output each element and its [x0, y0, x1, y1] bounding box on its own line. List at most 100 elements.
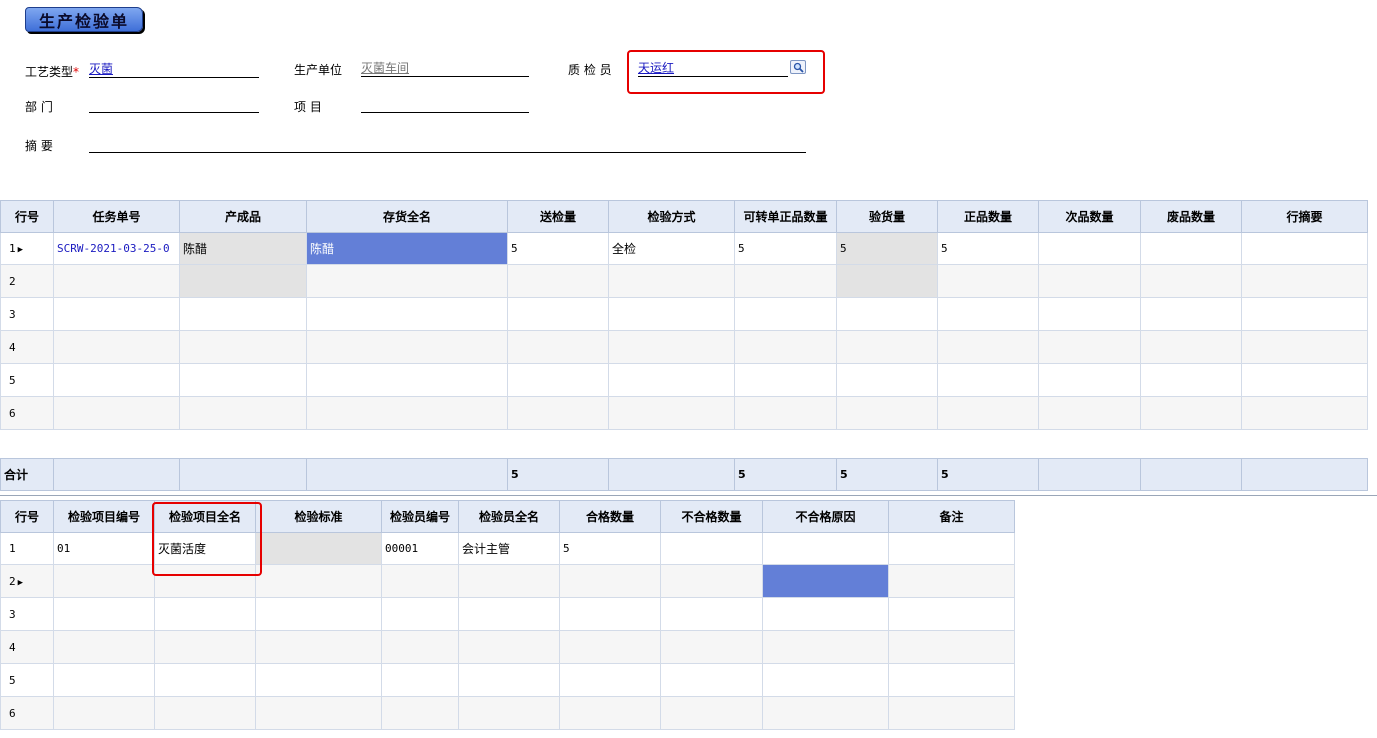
- row-number-cell[interactable]: 1 ▶: [0, 232, 54, 265]
- inspection-item-grid[interactable]: 行号 检验项目编号 检验项目全名 检验标准 检验员编号 检验员全名 合格数量 不…: [0, 500, 1015, 730]
- col-header[interactable]: 行号: [0, 200, 54, 233]
- col-header[interactable]: 存货全名: [306, 200, 508, 233]
- grid-cell[interactable]: [458, 597, 560, 631]
- remark-cell[interactable]: [1241, 232, 1368, 265]
- fail-reason-cell[interactable]: [762, 564, 889, 598]
- col-header[interactable]: 检验员编号: [381, 500, 459, 533]
- grid-cell[interactable]: [608, 297, 735, 331]
- inspector-code-cell[interactable]: 00001: [381, 532, 459, 565]
- transferable-qty-cell[interactable]: 5: [734, 232, 837, 265]
- col-header[interactable]: 合格数量: [559, 500, 661, 533]
- grid-cell[interactable]: [888, 597, 1015, 631]
- grid-cell[interactable]: [306, 363, 508, 397]
- table-row[interactable]: 2: [0, 264, 1368, 298]
- col-header[interactable]: 送检量: [507, 200, 609, 233]
- grid-cell[interactable]: [836, 363, 938, 397]
- grid-cell[interactable]: [53, 396, 180, 430]
- grid-cell[interactable]: [1038, 330, 1141, 364]
- grid-cell[interactable]: [154, 696, 256, 730]
- grid-cell[interactable]: [53, 663, 155, 697]
- grid-cell[interactable]: [762, 663, 889, 697]
- main-detail-grid[interactable]: 行号 任务单号 产成品 存货全名 送检量 检验方式 可转单正品数量 验货量 正品…: [0, 200, 1368, 430]
- inspector-name-cell[interactable]: 会计主管: [458, 532, 560, 565]
- fail-reason-cell[interactable]: [762, 532, 889, 565]
- grid-cell[interactable]: [608, 396, 735, 430]
- grid-cell[interactable]: [381, 663, 459, 697]
- item-name-cell[interactable]: 陈醋: [306, 232, 508, 265]
- note-cell[interactable]: [888, 532, 1015, 565]
- method-cell[interactable]: 全检: [608, 232, 735, 265]
- col-header[interactable]: 检验标准: [255, 500, 382, 533]
- grid-cell[interactable]: [154, 564, 256, 598]
- grid-cell[interactable]: [1140, 363, 1242, 397]
- grid-cell[interactable]: [1140, 330, 1242, 364]
- row-number-cell[interactable]: 4: [0, 330, 54, 364]
- table-row[interactable]: 4: [0, 630, 1015, 664]
- grid-cell[interactable]: [179, 396, 307, 430]
- table-row[interactable]: 2 ▶: [0, 564, 1015, 598]
- table-row[interactable]: 5: [0, 363, 1368, 397]
- grid-cell[interactable]: [836, 330, 938, 364]
- grid-cell[interactable]: [1038, 363, 1141, 397]
- good-qty-cell[interactable]: 5: [937, 232, 1039, 265]
- grid-cell[interactable]: [660, 630, 763, 664]
- grid-cell[interactable]: [179, 330, 307, 364]
- grid-cell[interactable]: [660, 564, 763, 598]
- grid-cell[interactable]: [559, 663, 661, 697]
- scrap-qty-cell[interactable]: [1140, 232, 1242, 265]
- grid-cell[interactable]: [306, 330, 508, 364]
- col-header[interactable]: 次品数量: [1038, 200, 1141, 233]
- table-row[interactable]: 5: [0, 663, 1015, 697]
- col-header[interactable]: 正品数量: [937, 200, 1039, 233]
- grid-cell[interactable]: [836, 396, 938, 430]
- col-header[interactable]: 不合格原因: [762, 500, 889, 533]
- table-row[interactable]: 4: [0, 330, 1368, 364]
- row-number-cell[interactable]: 4: [0, 630, 54, 664]
- col-header[interactable]: 验货量: [836, 200, 938, 233]
- table-row[interactable]: 1 ▶ SCRW-2021-03-25-0 陈醋 陈醋 5 全检 5 5 5: [0, 232, 1368, 265]
- grid-cell[interactable]: [507, 363, 609, 397]
- product-cell[interactable]: 陈醋: [179, 232, 307, 265]
- grid-cell[interactable]: [937, 363, 1039, 397]
- item-name-cell[interactable]: 灭菌活度: [154, 532, 256, 565]
- standard-cell[interactable]: [255, 532, 382, 565]
- col-header[interactable]: 不合格数量: [660, 500, 763, 533]
- grid-cell[interactable]: [1140, 264, 1242, 298]
- col-header[interactable]: 检验项目全名: [154, 500, 256, 533]
- row-number-cell[interactable]: 2 ▶: [0, 564, 54, 598]
- pass-qty-cell[interactable]: 5: [559, 532, 661, 565]
- grid-cell[interactable]: [762, 597, 889, 631]
- col-header[interactable]: 废品数量: [1140, 200, 1242, 233]
- defect-qty-cell[interactable]: [1038, 232, 1141, 265]
- grid-cell[interactable]: [608, 363, 735, 397]
- row-number-cell[interactable]: 1: [0, 532, 54, 565]
- grid-cell[interactable]: [762, 630, 889, 664]
- table-row[interactable]: 3: [0, 297, 1368, 331]
- grid-cell[interactable]: [608, 264, 735, 298]
- grid-cell[interactable]: [255, 597, 382, 631]
- grid-cell[interactable]: [53, 597, 155, 631]
- grid-cell[interactable]: [179, 363, 307, 397]
- grid-cell[interactable]: [179, 264, 307, 298]
- task-no-cell[interactable]: SCRW-2021-03-25-0: [53, 232, 180, 265]
- inspector-field[interactable]: 天运红: [638, 60, 788, 77]
- grid-cell[interactable]: [734, 297, 837, 331]
- grid-cell[interactable]: [836, 264, 938, 298]
- grid-cell[interactable]: [734, 264, 837, 298]
- grid-cell[interactable]: [458, 630, 560, 664]
- grid-cell[interactable]: [1038, 396, 1141, 430]
- grid-cell[interactable]: [1140, 396, 1242, 430]
- grid-cell[interactable]: [507, 396, 609, 430]
- grid-cell[interactable]: [53, 564, 155, 598]
- grid-cell[interactable]: [660, 663, 763, 697]
- grid-cell[interactable]: [559, 696, 661, 730]
- grid-cell[interactable]: [1038, 264, 1141, 298]
- grid-cell[interactable]: [1241, 330, 1368, 364]
- col-header[interactable]: 可转单正品数量: [734, 200, 837, 233]
- grid-cell[interactable]: [53, 297, 180, 331]
- grid-cell[interactable]: [836, 297, 938, 331]
- grid-divider[interactable]: [0, 495, 1377, 496]
- grid-cell[interactable]: [53, 330, 180, 364]
- grid-cell[interactable]: [255, 663, 382, 697]
- grid-cell[interactable]: [255, 630, 382, 664]
